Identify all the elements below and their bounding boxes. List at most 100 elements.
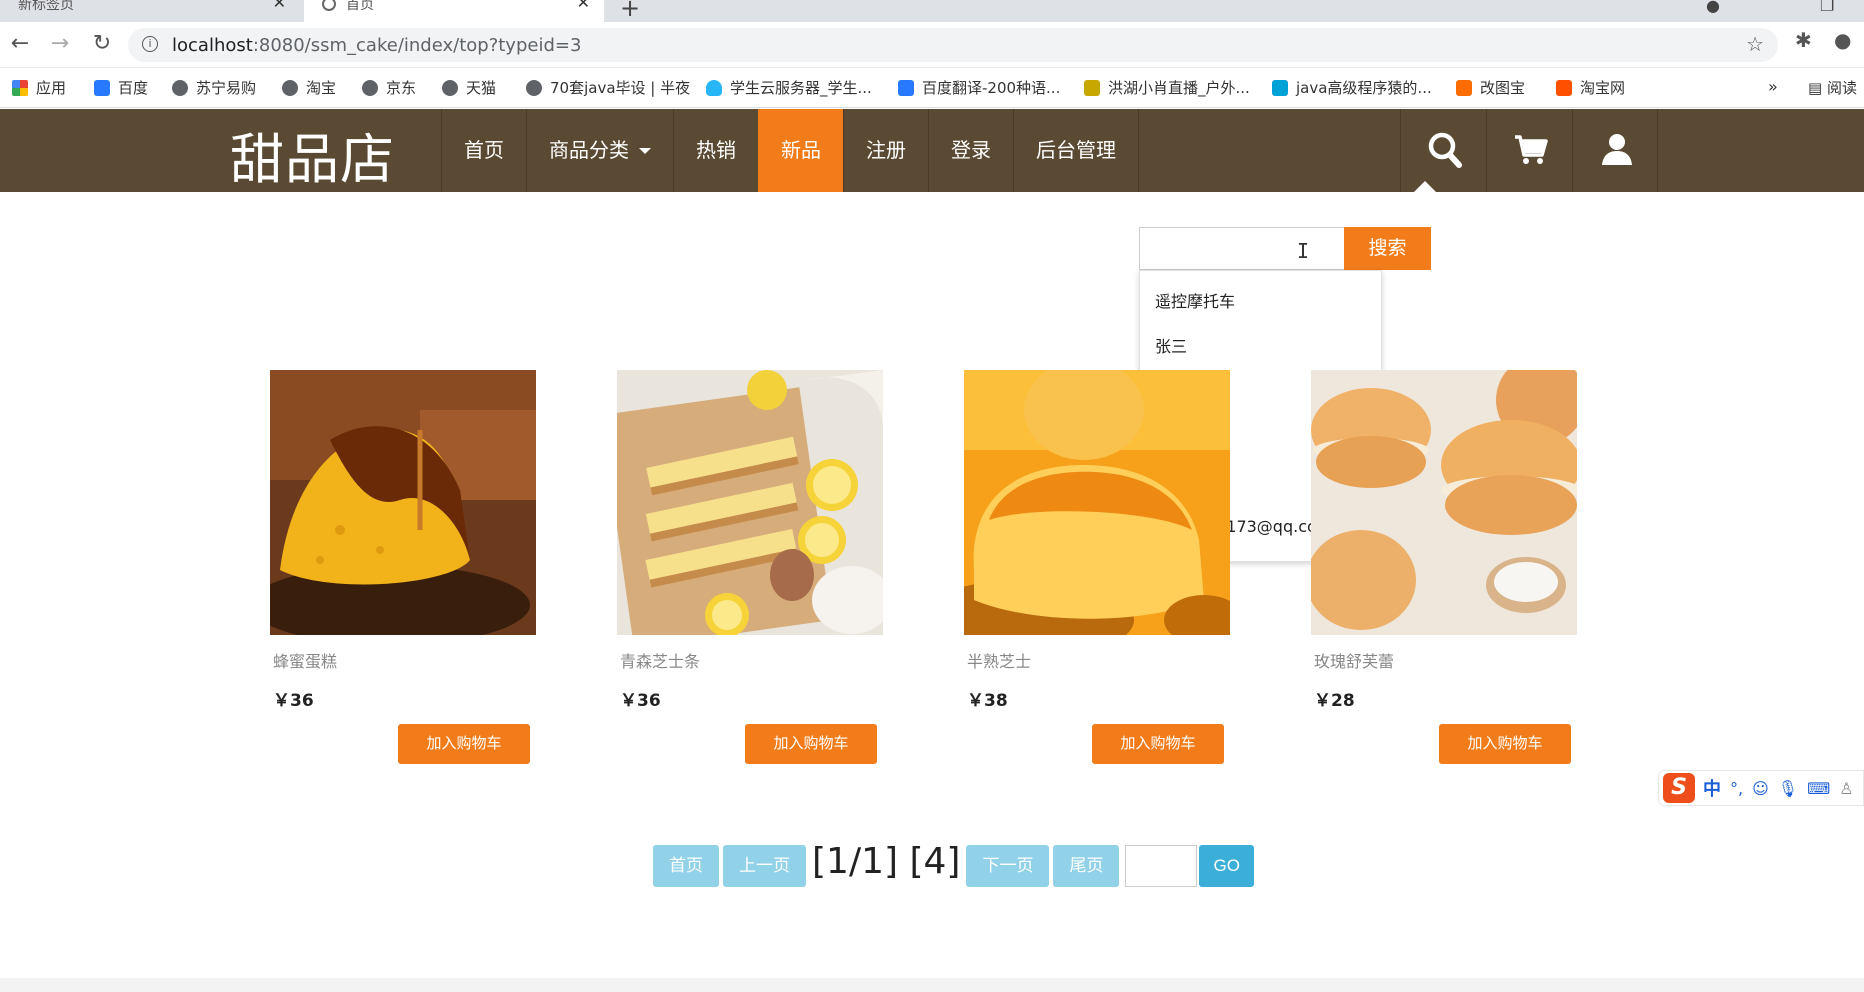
search-button[interactable]: 搜索 — [1344, 227, 1431, 270]
back-icon[interactable]: ← — [6, 31, 34, 59]
cart-link[interactable] — [1486, 109, 1572, 192]
nav-categories[interactable]: 商品分类 — [526, 109, 673, 192]
first-page-button[interactable]: 首页 — [653, 845, 719, 887]
keyboard-icon[interactable]: ⌨ — [1807, 779, 1830, 798]
globe-icon — [282, 80, 298, 96]
browser-tabstrip: 新标签页 ✕ 首页 ✕ + ● ❐ — [0, 0, 1864, 22]
search-input[interactable] — [1139, 227, 1345, 270]
bookmark-live[interactable]: 洪湖小肖直播_户外... — [1084, 77, 1250, 98]
main-nav: 首页 商品分类 热销 新品 注册 登录 后台管理 — [441, 109, 1139, 192]
profile-sync-icon[interactable]: ● — [1706, 0, 1720, 15]
last-page-button[interactable]: 尾页 — [1053, 845, 1120, 887]
search-toggle[interactable] — [1400, 109, 1486, 192]
go-button[interactable]: GO — [1199, 845, 1254, 887]
site-logo[interactable]: 甜品店 — [230, 115, 395, 194]
ime-toolbar: S 中 °, ☺ 🎙 ⌨ ♙ — [1658, 770, 1864, 806]
product-name[interactable]: 玫瑰舒芙蕾 — [1311, 648, 1577, 672]
info-icon[interactable]: i — [142, 36, 158, 52]
bookmark-tmall[interactable]: 天猫 — [442, 77, 496, 98]
microphone-icon[interactable]: 🎙 — [1778, 779, 1798, 798]
browser-tab-newtab[interactable]: 新标签页 ✕ — [0, 0, 300, 22]
bookmark-label: 京东 — [386, 79, 417, 97]
bookmark-gaitubao[interactable]: 改图宝 — [1456, 77, 1525, 98]
avatar-icon[interactable]: ● — [1834, 28, 1851, 52]
ime-mode-toggle[interactable]: 中 — [1703, 775, 1721, 801]
bookmark-label: 70套java毕设 | 半夜 — [550, 79, 691, 97]
search-pointer-arrow — [1414, 181, 1436, 192]
footer-strip — [0, 978, 1864, 992]
nav-login[interactable]: 登录 — [928, 109, 1013, 192]
product-card: 玫瑰舒芙蕾 ￥28 加入购物车 — [1311, 370, 1577, 764]
page-number-input[interactable] — [1125, 845, 1198, 887]
url-field[interactable]: i localhost:8080/ssm_cake/index/top?type… — [128, 28, 1778, 62]
bookmark-jd[interactable]: 京东 — [362, 77, 416, 98]
restore-window-icon[interactable]: ❐ — [1820, 0, 1834, 15]
site-icon — [1084, 80, 1100, 96]
punctuation-toggle[interactable]: °, — [1730, 779, 1743, 798]
product-name[interactable]: 青森芝士条 — [617, 648, 883, 672]
nav-register[interactable]: 注册 — [843, 109, 928, 192]
bookmark-cloud[interactable]: 学生云服务器_学生... — [706, 77, 872, 98]
apps-icon — [12, 80, 28, 96]
baidu-icon — [94, 80, 110, 96]
bookmark-translate[interactable]: 百度翻译-200种语... — [898, 77, 1060, 98]
product-image[interactable] — [270, 370, 536, 635]
product-image[interactable] — [1311, 370, 1577, 635]
next-page-button[interactable]: 下一页 — [966, 845, 1050, 887]
bookmark-bilibili[interactable]: java高级程序猿的... — [1272, 77, 1432, 98]
nav-label: 登录 — [951, 138, 991, 162]
prev-page-button[interactable]: 上一页 — [723, 845, 806, 887]
cart-icon — [1515, 135, 1548, 164]
taobao-icon — [1556, 80, 1572, 96]
nav-admin[interactable]: 后台管理 — [1013, 109, 1139, 192]
account-link[interactable] — [1572, 109, 1658, 192]
close-icon[interactable]: ✕ — [273, 0, 286, 11]
bookmark-label: 百度翻译-200种语... — [922, 79, 1061, 97]
bookmark-java[interactable]: 70套java毕设 | 半夜 — [526, 77, 690, 98]
reload-icon[interactable]: ↻ — [88, 31, 116, 59]
product-image[interactable] — [617, 370, 883, 635]
address-bar: ← → ↻ i localhost:8080/ssm_cake/index/to… — [0, 22, 1864, 68]
browser-tab-home[interactable]: 首页 ✕ — [304, 0, 604, 22]
product-name[interactable]: 半熟芝士 — [964, 648, 1230, 672]
reading-list[interactable]: ▤ 阅读 — [1808, 77, 1857, 98]
nav-home[interactable]: 首页 — [441, 109, 526, 192]
product-price: ￥28 — [1314, 691, 1355, 711]
bookmark-label: 应用 — [36, 79, 67, 97]
bookmark-star-icon[interactable]: ☆ — [1746, 32, 1764, 56]
bookmark-taobaowang[interactable]: 淘宝网 — [1556, 77, 1625, 98]
nav-label: 首页 — [464, 138, 504, 162]
add-to-cart-button[interactable]: 加入购物车 — [1439, 724, 1571, 764]
suggestion-item[interactable]: 张三 — [1140, 324, 1381, 369]
bookmarks-more[interactable]: » — [1768, 77, 1778, 96]
bilibili-icon — [1272, 80, 1288, 96]
bookmark-taobao[interactable]: 淘宝 — [282, 77, 336, 98]
extensions-icon[interactable]: ✱ — [1795, 28, 1812, 52]
product-name[interactable]: 蜂蜜蛋糕 — [270, 648, 536, 672]
product-card: 青森芝士条 ￥36 加入购物车 — [617, 370, 883, 764]
skin-icon[interactable]: ♙ — [1839, 779, 1853, 798]
add-to-cart-button[interactable]: 加入购物车 — [398, 724, 530, 764]
product-price: ￥38 — [967, 691, 1008, 711]
search-icon — [1428, 132, 1462, 168]
bookmark-apps[interactable]: 应用 — [12, 77, 66, 98]
new-tab-icon[interactable]: + — [620, 0, 640, 22]
bookmark-baidu[interactable]: 百度 — [94, 77, 148, 98]
user-icon — [1602, 134, 1632, 165]
page-info: [1/1] [4] — [812, 840, 961, 882]
bookmark-label: 百度 — [118, 79, 149, 97]
nav-new[interactable]: 新品 — [758, 109, 843, 192]
close-icon[interactable]: ✕ — [577, 0, 590, 11]
nav-label: 热销 — [696, 138, 736, 162]
bookmark-suning[interactable]: 苏宁易购 — [172, 77, 256, 98]
product-image[interactable] — [964, 370, 1230, 635]
suggestion-item[interactable]: 遥控摩托车 — [1140, 279, 1381, 324]
product-card: 半熟芝士 ￥38 加入购物车 — [964, 370, 1230, 764]
product-price: ￥36 — [620, 691, 661, 711]
forward-icon[interactable]: → — [46, 31, 74, 59]
add-to-cart-button[interactable]: 加入购物车 — [745, 724, 877, 764]
sogou-logo-icon[interactable]: S — [1663, 773, 1695, 803]
nav-hot[interactable]: 热销 — [673, 109, 758, 192]
emoji-icon[interactable]: ☺ — [1752, 779, 1769, 798]
add-to-cart-button[interactable]: 加入购物车 — [1092, 724, 1224, 764]
